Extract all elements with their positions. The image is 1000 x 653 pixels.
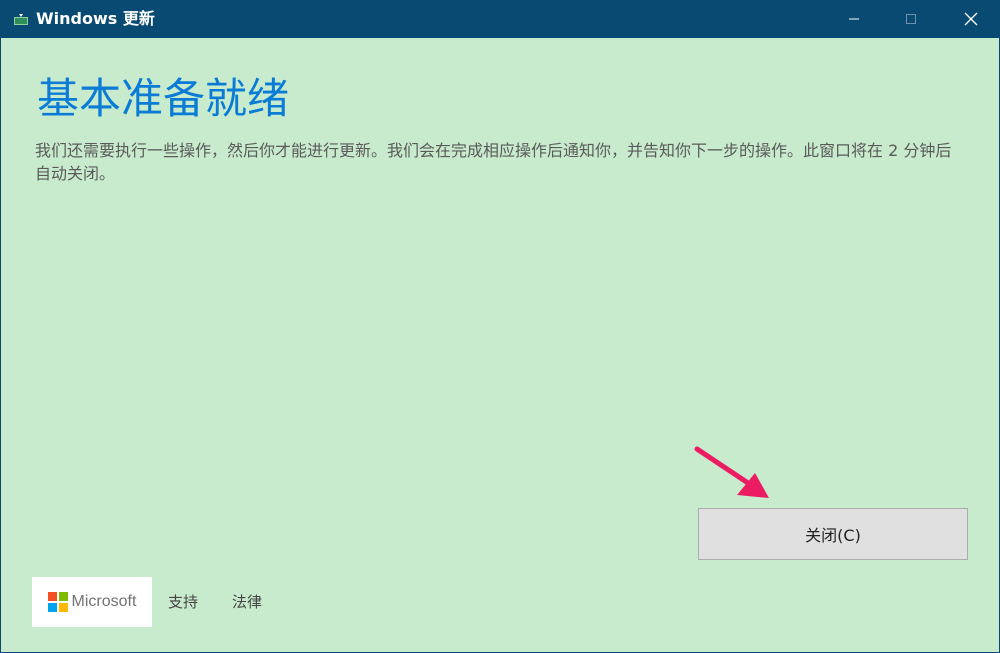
legal-link[interactable]: 法律 [232,592,262,612]
maximize-button[interactable] [886,0,936,38]
status-description: 我们还需要执行一些操作，然后你才能进行更新。我们会在完成相应操作后通知你，并告知… [35,141,952,183]
minimize-button[interactable] [829,0,879,38]
page-title: 基本准备就绪 [37,74,290,123]
microsoft-logo: Microsoft [32,577,152,627]
close-icon [964,12,978,26]
support-link[interactable]: 支持 [168,592,198,612]
close-button[interactable]: 关闭(C) [698,508,968,560]
microsoft-logo-icon [47,592,68,612]
close-window-button[interactable] [946,0,996,38]
windows-update-app-icon [14,14,28,25]
title-bar[interactable]: Windows 更新 [1,0,1000,38]
microsoft-wordmark: Microsoft [71,593,137,610]
windows-update-window: Windows 更新 基本准备就绪 我们还需要执行一些操作，然后你才能进行更新。… [0,0,1000,653]
minimize-icon [849,18,859,20]
maximize-icon [906,14,916,24]
arrow-icon [694,446,769,498]
window-title: Windows 更新 [36,9,155,28]
